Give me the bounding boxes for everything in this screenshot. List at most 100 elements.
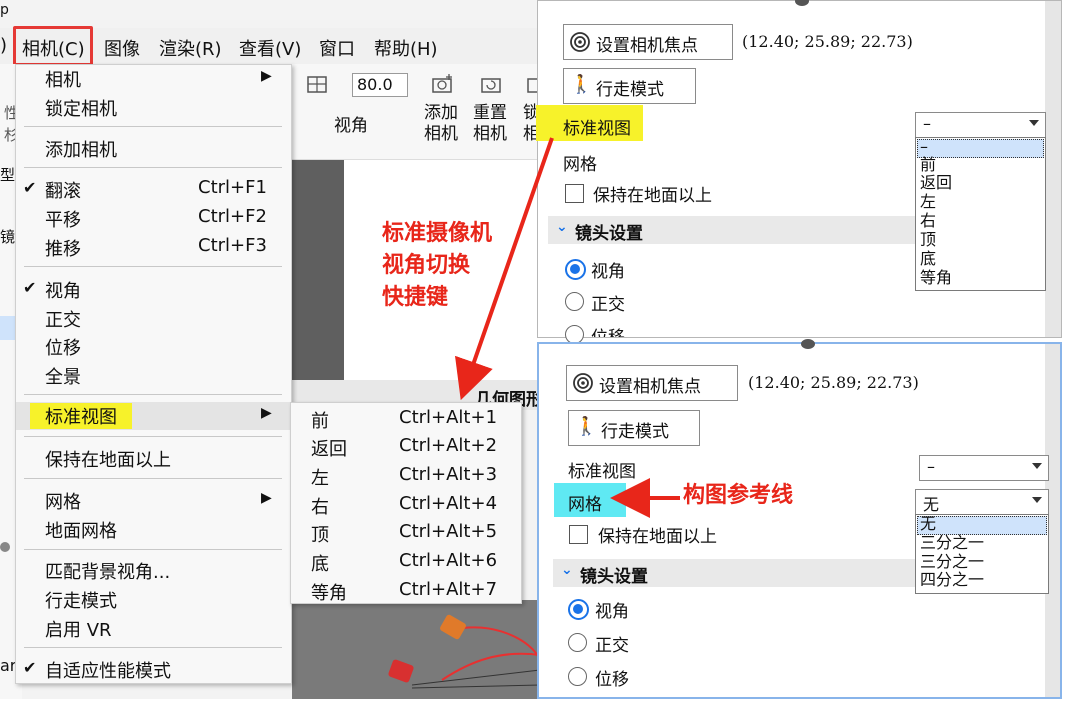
target-icon xyxy=(570,32,590,52)
set-camera-focus-button[interactable]: 设置相机焦点 xyxy=(566,365,738,401)
menu-item-keep-above-ground[interactable]: 保持在地面以上 xyxy=(16,445,291,473)
side-handle[interactable] xyxy=(0,542,10,552)
menu-separator xyxy=(24,394,282,395)
menu-item-lock-camera[interactable]: 锁定相机 xyxy=(16,94,291,122)
menu-item-ground-grid[interactable]: 地面网格 xyxy=(16,516,291,544)
menu-item-dolly[interactable]: 推移 Ctrl+F3 xyxy=(16,234,291,262)
menu-item-walk-mode[interactable]: 行走模式 xyxy=(16,586,291,614)
menu-item-pan[interactable]: 平移 Ctrl+F2 xyxy=(16,205,291,233)
dropdown-option[interactable]: 底 xyxy=(920,250,936,268)
dropdown-option[interactable]: 三分之一 xyxy=(920,534,984,552)
menu-item-shift[interactable]: 位移 xyxy=(16,333,291,361)
standard-view-select[interactable]: – xyxy=(915,112,1046,138)
submenu-item-left[interactable]: 左 Ctrl+Alt+3 xyxy=(291,463,521,491)
radio-orthographic[interactable] xyxy=(565,292,584,311)
radio-shift[interactable] xyxy=(568,667,587,686)
scrollbar[interactable] xyxy=(1045,1,1061,337)
dropdown-option[interactable]: 四分之一 xyxy=(920,571,984,589)
chevron-down-icon xyxy=(1029,120,1039,126)
submenu-arrow-icon: ▶ xyxy=(261,405,272,421)
camera-marker-orange xyxy=(440,614,466,640)
panel-grip[interactable] xyxy=(801,339,815,349)
walk-icon: 🚶 xyxy=(570,74,593,95)
walk-mode-button[interactable]: 🚶 行走模式 xyxy=(563,68,696,104)
menu-render[interactable]: 渲染(R) xyxy=(159,35,222,61)
dropdown-option[interactable]: 顶 xyxy=(920,231,936,249)
3d-viewport[interactable] xyxy=(292,600,541,699)
menu-item-orbit[interactable]: ✔ 翻滚 Ctrl+F1 xyxy=(16,176,291,204)
submenu-item-bottom[interactable]: 底 Ctrl+Alt+6 xyxy=(291,549,521,577)
radio-shift-label: 位移 xyxy=(595,670,629,690)
dropdown-highlight xyxy=(917,139,1044,158)
target-icon xyxy=(573,373,593,393)
check-icon: ✔ xyxy=(23,278,37,297)
walk-mode-button[interactable]: 🚶 行走模式 xyxy=(568,410,700,446)
menu-item-grid[interactable]: 网格 ▶ xyxy=(16,487,291,515)
reset-camera-icon[interactable] xyxy=(479,72,505,96)
menu-image[interactable]: 图像 xyxy=(104,35,140,61)
submenu-item-right[interactable]: 右 Ctrl+Alt+4 xyxy=(291,492,521,520)
dropdown-option[interactable]: 三分之一 xyxy=(920,553,984,571)
submenu-item-front[interactable]: 前 Ctrl+Alt+1 xyxy=(291,406,521,434)
dropdown-option[interactable]: 等角 xyxy=(920,269,952,287)
panel-grip[interactable] xyxy=(795,0,809,6)
dropdown-option[interactable]: – xyxy=(920,138,928,156)
menu-window[interactable]: 窗口 xyxy=(319,35,355,61)
menu-item-orthographic[interactable]: 正交 xyxy=(16,305,291,333)
menu-item-camera[interactable]: 相机 ▶ xyxy=(16,65,291,93)
radio-perspective[interactable] xyxy=(568,599,589,620)
reset-camera-label[interactable]: 重置 相机 xyxy=(473,103,507,145)
add-camera-icon[interactable] xyxy=(430,72,456,96)
submenu-item-back[interactable]: 返回 Ctrl+Alt+2 xyxy=(291,434,521,462)
viewport-dark-strip xyxy=(292,160,344,380)
menu-item-add-camera[interactable]: 添加相机 xyxy=(16,135,291,163)
dropdown-option[interactable]: 右 xyxy=(920,212,936,230)
viewport-scene xyxy=(388,614,541,689)
keep-above-ground-checkbox[interactable] xyxy=(569,525,588,544)
fov-input[interactable]: 80.0 xyxy=(352,73,408,97)
dropdown-option[interactable]: 返回 xyxy=(920,174,952,192)
submenu-item-top[interactable]: 顶 Ctrl+Alt+5 xyxy=(291,520,521,548)
set-camera-focus-button[interactable]: 设置相机焦点 xyxy=(563,24,733,60)
menu-item-match-background[interactable]: 匹配背景视角... xyxy=(16,557,291,585)
menu-item-standard-view[interactable]: 标准视图 ▶ xyxy=(16,402,291,430)
radio-perspective[interactable] xyxy=(565,259,586,280)
menu-help[interactable]: 帮助(H) xyxy=(374,35,438,61)
menu-item-adaptive-performance[interactable]: ✔ 自适应性能模式 xyxy=(16,656,291,684)
side-fragment: 型 xyxy=(0,166,16,184)
chevron-down-icon xyxy=(1032,463,1042,469)
standard-view-select[interactable]: – xyxy=(919,455,1049,481)
add-camera-label[interactable]: 添加 相机 xyxy=(424,103,458,145)
menu-separator xyxy=(24,167,282,168)
menu-separator xyxy=(24,647,282,648)
standard-view-label: 标准视图 xyxy=(568,462,636,482)
dropdown-option[interactable]: 无 xyxy=(920,515,936,533)
chevron-down-icon: ⌄ xyxy=(556,219,568,235)
camera-menu-highlight-box xyxy=(13,26,93,66)
dropdown-option[interactable]: 前 xyxy=(920,156,936,174)
title-fragment: p xyxy=(0,2,9,18)
menu-separator xyxy=(24,266,282,267)
menu-item-perspective[interactable]: ✔ 视角 xyxy=(16,276,291,304)
fov-icon[interactable] xyxy=(306,74,330,96)
check-icon: ✔ xyxy=(23,658,37,677)
submenu-item-isometric[interactable]: 等角 Ctrl+Alt+7 xyxy=(291,578,521,606)
menu-view[interactable]: 查看(V) xyxy=(239,35,301,61)
radio-perspective-label: 视角 xyxy=(595,602,629,622)
camera-marker-red xyxy=(388,659,414,683)
grid-select[interactable]: 无 xyxy=(915,489,1049,515)
radio-orthographic[interactable] xyxy=(568,633,587,652)
radio-shift-label: 位移 xyxy=(591,323,625,337)
menu-separator xyxy=(24,436,282,437)
standard-view-submenu: 前 Ctrl+Alt+1 返回 Ctrl+Alt+2 左 Ctrl+Alt+3 右 Ct… xyxy=(290,402,522,604)
menu-item-enable-vr[interactable]: 启用 VR xyxy=(16,615,291,643)
dropdown-option[interactable]: 左 xyxy=(920,193,936,211)
camera-settings-panel-top: 设置相机焦点 (12.40; 25.89; 22.73) 🚶 行走模式 标准视图… xyxy=(536,0,1062,344)
standard-view-label: 标准视图 xyxy=(563,119,631,139)
menu-fragment: ) xyxy=(0,35,8,56)
grid-dropdown-list: 无 三分之一 三分之一 四分之一 xyxy=(915,514,1049,594)
menu-item-panorama[interactable]: 全景 xyxy=(16,362,291,390)
standard-view-dropdown-list: – 前 返回 左 右 顶 底 等角 xyxy=(915,137,1046,291)
chevron-down-icon: ⌄ xyxy=(561,562,573,578)
keep-above-ground-checkbox[interactable] xyxy=(565,184,584,203)
